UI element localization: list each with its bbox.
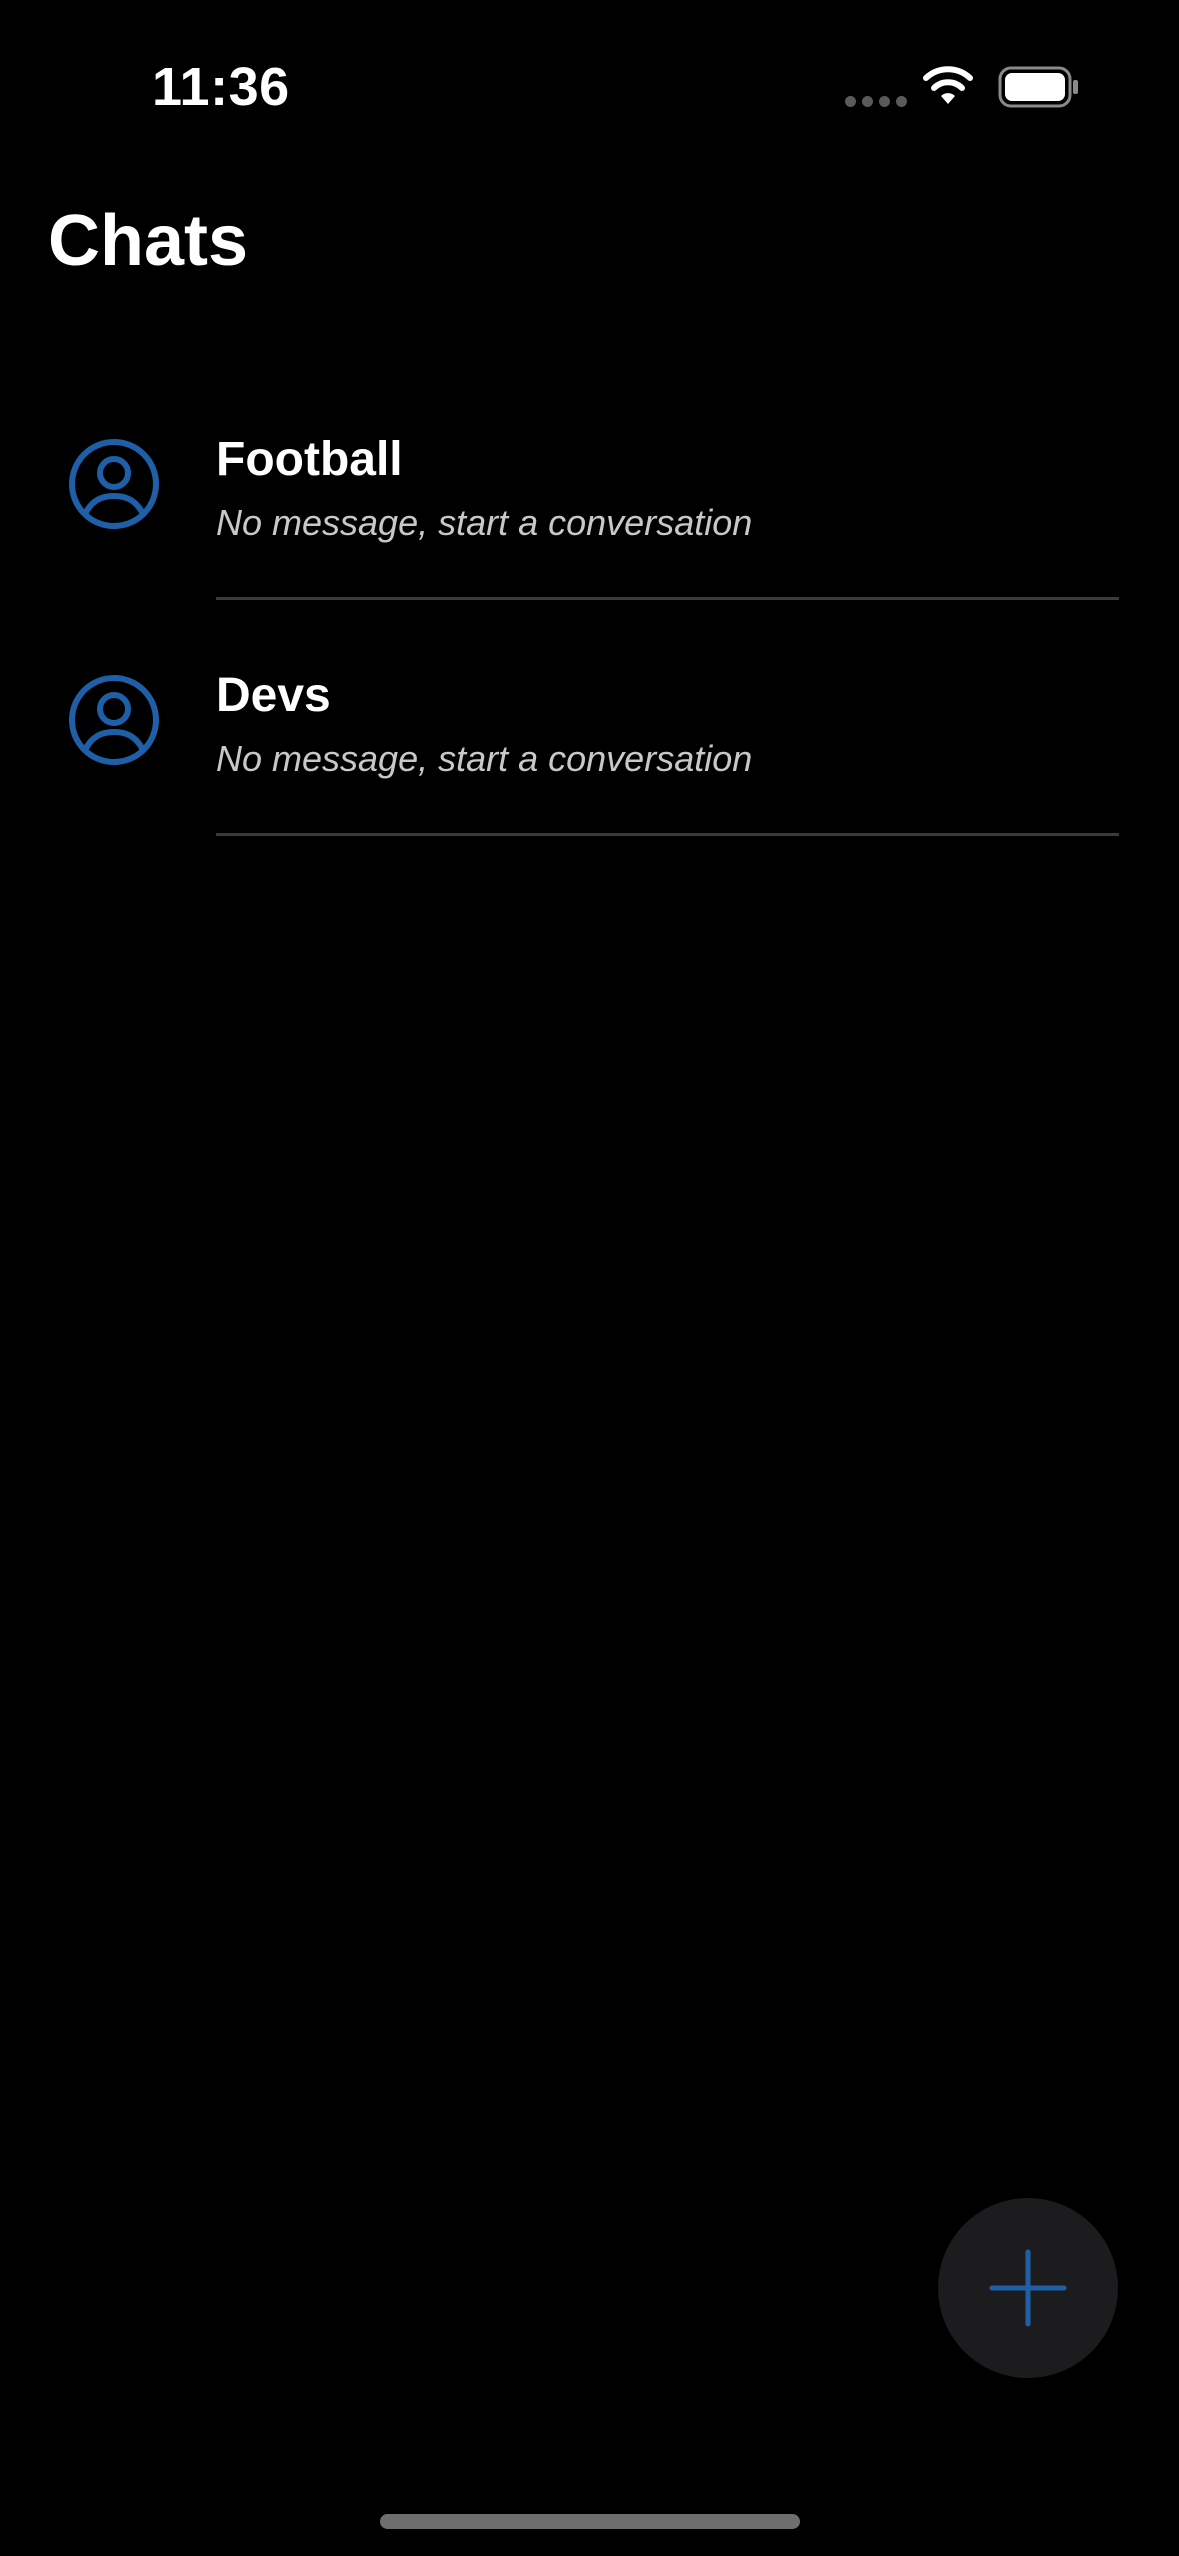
plus-icon [989, 2249, 1067, 2327]
chat-list: Football No message, start a conversatio… [0, 364, 1179, 836]
chat-preview: No message, start a conversation [216, 738, 753, 779]
chat-list-item-football[interactable]: Football No message, start a conversatio… [0, 364, 1179, 600]
new-chat-button[interactable] [938, 2198, 1118, 2378]
page-title: Chats [48, 201, 249, 281]
status-bar: 11:36 [0, 0, 1179, 150]
chat-preview: No message, start a conversation [216, 502, 753, 543]
chat-list-item-devs[interactable]: Devs No message, start a conversation [0, 600, 1179, 836]
wifi-icon [923, 66, 973, 104]
chat-name: Football [216, 433, 403, 486]
divider [216, 833, 1119, 836]
battery-icon [998, 66, 1078, 108]
cellular-signal-icon [845, 96, 907, 107]
chat-name: Devs [216, 669, 331, 722]
user-circle-icon [69, 675, 159, 765]
user-circle-icon [69, 439, 159, 529]
home-indicator[interactable] [380, 2514, 800, 2529]
status-time: 11:36 [152, 57, 290, 117]
